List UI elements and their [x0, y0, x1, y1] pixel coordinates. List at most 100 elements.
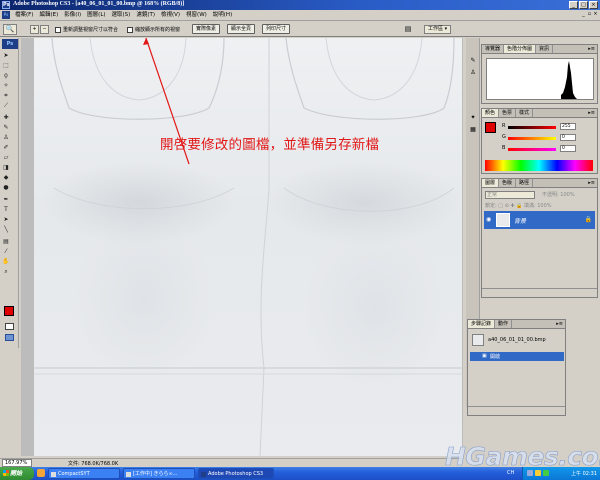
move-tool-icon[interactable]: ➤	[2, 52, 10, 60]
menu-select[interactable]: 選取(S)	[109, 12, 134, 19]
blue-slider[interactable]	[508, 148, 556, 151]
doc-restore-button[interactable]: ▫	[587, 11, 592, 18]
eyedropper-tool-icon[interactable]: ⁄	[2, 248, 10, 256]
tab-history[interactable]: 步驟記錄	[468, 320, 496, 328]
healing-brush-tool-icon[interactable]: ✚	[2, 114, 10, 122]
screen-mode-icon[interactable]	[5, 334, 14, 341]
zoom-out-button[interactable]: −	[40, 25, 49, 34]
layer-row-background[interactable]: ◉ 背景 🔒	[484, 211, 595, 229]
actual-pixels-button[interactable]: 實際像素	[192, 24, 221, 34]
menu-layer[interactable]: 圖層(L)	[84, 12, 108, 19]
lasso-tool-icon[interactable]: ϙ	[2, 72, 10, 80]
foreground-swatch[interactable]	[485, 122, 496, 133]
panel-menu-icon[interactable]: ▸≡	[588, 46, 595, 52]
clone-source-panel-icon[interactable]: ♙	[468, 68, 478, 77]
layer-comps-icon[interactable]: ▦	[468, 125, 478, 134]
panel-menu-icon[interactable]: ▸≡	[556, 321, 563, 327]
clock[interactable]: 上午 02:31	[571, 470, 597, 477]
type-tool-icon[interactable]: T	[2, 206, 10, 214]
tab-color[interactable]: 顏色	[482, 109, 500, 117]
eye-icon[interactable]: ◉	[486, 216, 492, 224]
tray-icon[interactable]	[527, 470, 533, 476]
clone-stamp-tool-icon[interactable]: ♙	[2, 134, 10, 142]
tab-paths[interactable]: 路徑	[516, 179, 534, 187]
marquee-tool-icon[interactable]: ⬚	[2, 62, 10, 70]
zoom-tool-icon[interactable]: ⌕	[2, 268, 10, 276]
palette-well-icon[interactable]: ▤	[402, 25, 414, 34]
shape-tool-icon[interactable]: ╲	[2, 226, 10, 234]
minimize-button[interactable]: _	[569, 1, 578, 9]
close-button[interactable]: ×	[589, 1, 598, 9]
red-value[interactable]: 255	[560, 123, 576, 130]
quick-mask-icon[interactable]	[5, 323, 14, 330]
tab-layers[interactable]: 圖層	[482, 179, 500, 187]
menu-window[interactable]: 視窗(W)	[183, 12, 210, 19]
brushes-panel-icon[interactable]: ✎	[468, 56, 478, 65]
blend-mode-select[interactable]: 正常	[485, 191, 535, 199]
opacity-field[interactable]: 不透明: 100%	[542, 191, 575, 198]
panel-menu-icon[interactable]: ▸≡	[588, 110, 595, 116]
blur-tool-icon[interactable]: ◆	[2, 174, 10, 182]
magic-wand-tool-icon[interactable]: ✧	[2, 82, 10, 90]
eraser-tool-icon[interactable]: ▱	[2, 154, 10, 162]
zoom-all-windows-checkbox[interactable]: 縮放顯示所有的視窗	[127, 26, 180, 33]
fit-screen-button[interactable]: 顯示全頁	[227, 24, 256, 34]
tool-presets-icon[interactable]: ✦	[468, 113, 478, 122]
zoom-tool-preset-icon[interactable]: 🔍	[3, 24, 17, 35]
tab-styles[interactable]: 樣式	[516, 109, 534, 117]
resize-windows-checkbox[interactable]: 重新調整視窗尺寸以符合	[55, 26, 118, 33]
workspace-dropdown[interactable]: 工作區 ▾	[424, 25, 452, 34]
start-button[interactable]: 開始	[0, 467, 34, 480]
red-slider[interactable]	[508, 126, 556, 129]
zoom-in-button[interactable]: +	[30, 25, 39, 34]
zoom-level-field[interactable]: 167.97%	[2, 459, 32, 467]
language-indicator[interactable]: CH	[507, 470, 514, 476]
history-brush-tool-icon[interactable]: ✐	[2, 144, 10, 152]
tray-icon[interactable]	[535, 470, 541, 476]
document-size[interactable]: 文件: 768.0K/768.0K	[68, 460, 118, 467]
green-slider[interactable]	[508, 137, 556, 140]
checkbox-box[interactable]	[55, 26, 61, 33]
ps-logo[interactable]: Ps	[2, 39, 18, 49]
quick-launch-icon[interactable]	[37, 469, 45, 477]
history-snapshot[interactable]: a40_06_01_01_00.bmp	[470, 332, 564, 349]
doc-close-button[interactable]: ×	[593, 11, 598, 18]
menu-image[interactable]: 影像(I)	[61, 12, 84, 19]
dodge-tool-icon[interactable]: ●	[2, 184, 10, 192]
doc-minimize-button[interactable]: _	[581, 11, 586, 18]
crop-tool-icon[interactable]: ⌗	[2, 92, 10, 100]
task-photoshop[interactable]: Adobe Photoshop CS3	[198, 468, 274, 479]
tab-swatches[interactable]: 色票	[499, 109, 517, 117]
menu-edit[interactable]: 編輯(E)	[36, 12, 61, 19]
panel-menu-icon[interactable]: ▸≡	[588, 180, 595, 186]
tab-channels[interactable]: 色版	[499, 179, 517, 187]
green-value[interactable]: 0	[560, 134, 576, 141]
task-compactsyt[interactable]: CompactSYT	[48, 468, 120, 479]
menu-filter[interactable]: 濾鏡(T)	[133, 12, 158, 19]
pen-tool-icon[interactable]: ✒	[2, 196, 10, 204]
menu-file[interactable]: 檔案(F)	[12, 12, 36, 19]
menu-view[interactable]: 檢視(V)	[158, 12, 183, 19]
task-kirara[interactable]: [工作中] きらら∞...	[123, 468, 195, 479]
history-state-open[interactable]: ▣ 開啟	[470, 352, 564, 361]
brush-tool-icon[interactable]: ✎	[2, 124, 10, 132]
maximize-button[interactable]: □	[579, 1, 588, 9]
checkbox-box[interactable]	[127, 26, 133, 33]
notes-tool-icon[interactable]: ▤	[2, 238, 10, 246]
gradient-tool-icon[interactable]: ◨	[2, 164, 10, 172]
tray-icon[interactable]	[543, 470, 549, 476]
blue-value[interactable]: 0	[560, 145, 576, 152]
tab-actions[interactable]: 動作	[495, 320, 513, 328]
path-selection-tool-icon[interactable]: ➤	[2, 216, 10, 224]
ps-menu-icon[interactable]: Ps	[2, 11, 10, 19]
tab-histogram[interactable]: 色階分佈圖	[504, 45, 537, 53]
color-spectrum[interactable]	[485, 160, 593, 171]
hand-tool-icon[interactable]: ✋	[2, 258, 10, 266]
tab-navigator[interactable]: 導覽器	[482, 45, 505, 53]
image-canvas[interactable]	[34, 38, 462, 456]
foreground-color-swatch[interactable]	[4, 306, 14, 316]
slice-tool-icon[interactable]: ⟋	[2, 102, 10, 110]
print-size-button[interactable]: 列印尺寸	[262, 24, 291, 34]
tab-info[interactable]: 資訊	[536, 45, 554, 53]
menu-help[interactable]: 說明(H)	[210, 12, 235, 19]
